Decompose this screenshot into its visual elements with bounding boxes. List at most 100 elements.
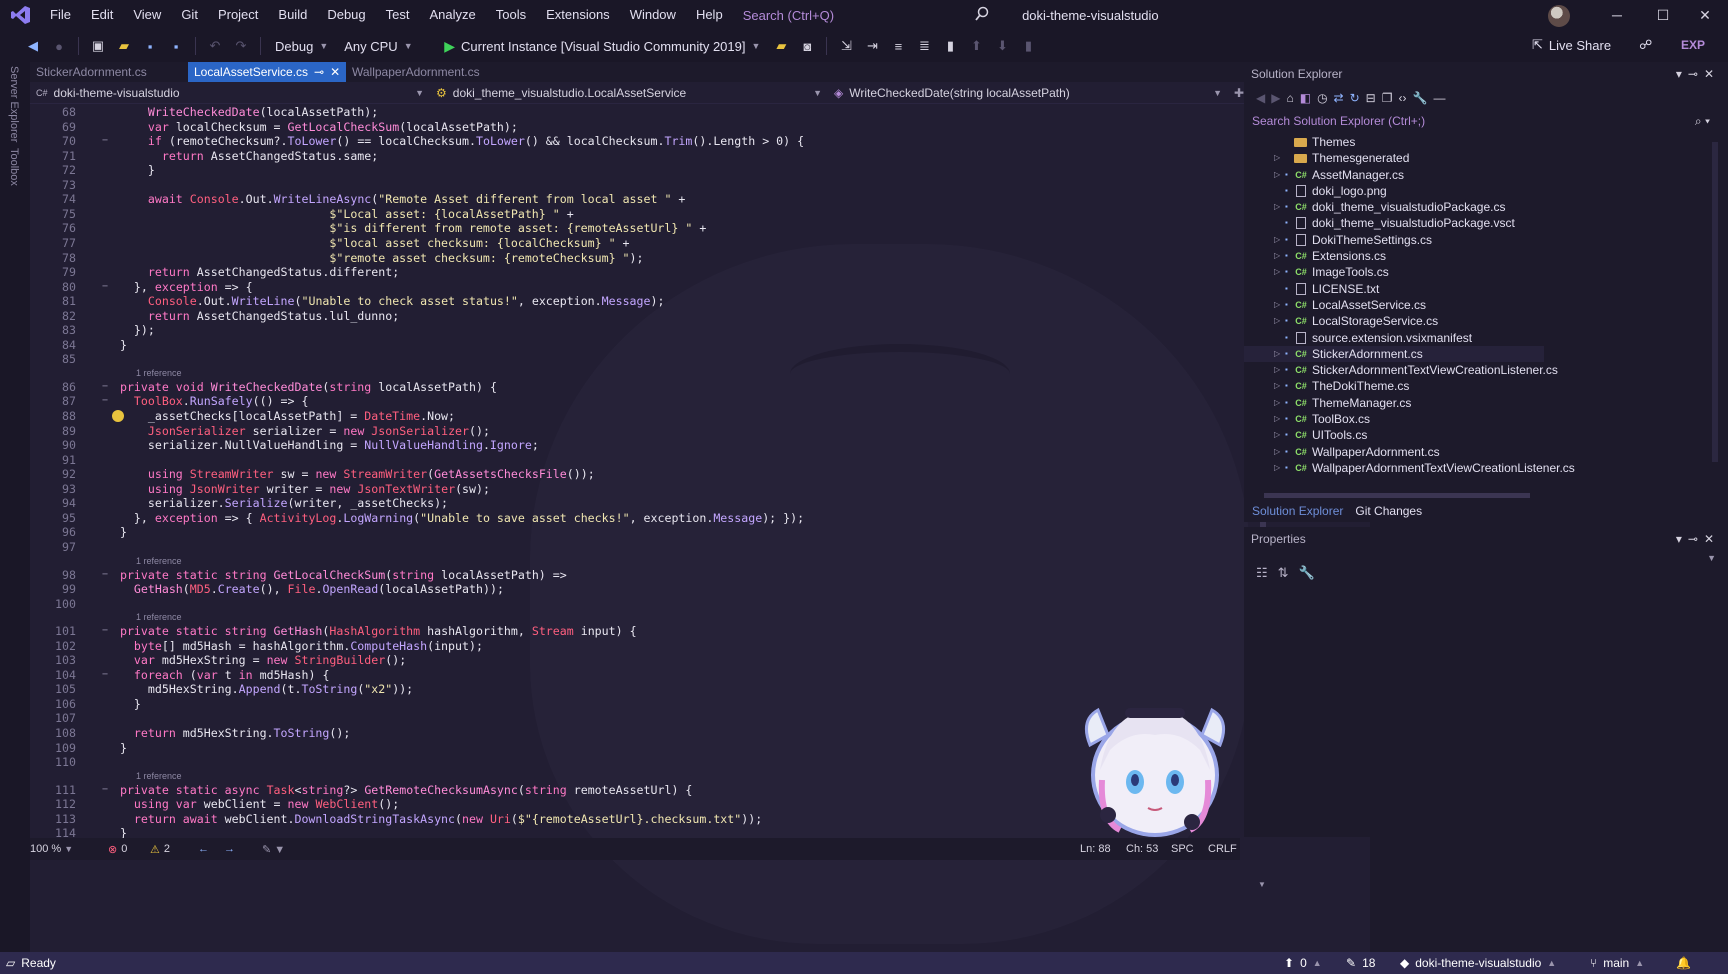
clear-bookmarks-icon[interactable]: ▮	[1019, 37, 1037, 55]
exp-badge[interactable]: EXP	[1681, 38, 1705, 52]
expand-arrow-icon[interactable]: ▷	[1274, 167, 1280, 183]
branch-select[interactable]: ⑂ main ▲	[1590, 952, 1644, 974]
sync-icon[interactable]: ⇄	[1334, 91, 1344, 105]
tree-item[interactable]: ▪ doki_theme_visualstudioPackage.vsct	[1244, 215, 1544, 231]
toolbox-tab[interactable]: Toolbox	[8, 148, 20, 186]
live-share-button[interactable]: ⇱ Live Share ☍	[1532, 37, 1652, 53]
codelens-reference[interactable]: 1 reference	[136, 368, 182, 378]
navigate-forward-icon[interactable]: →	[224, 843, 235, 855]
tree-item[interactable]: ▷ ▪ C# doki_theme_visualstudioPackage.cs	[1244, 199, 1544, 215]
server-explorer-tab[interactable]: Server Explorer	[8, 66, 20, 142]
codelens-reference[interactable]: 1 reference	[136, 771, 182, 781]
class-dropdown[interactable]: ⚙ doki_theme_visualstudio.LocalAssetServ…	[430, 82, 828, 104]
history-icon[interactable]: ◷	[1317, 91, 1327, 105]
expand-arrow-icon[interactable]: ▷	[1274, 313, 1280, 329]
tree-item[interactable]: ▷ ▪ DokiThemeSettings.cs	[1244, 232, 1544, 248]
line-number[interactable]: Ln: 88	[1080, 843, 1111, 855]
forward-icon[interactable]: ▶	[1271, 91, 1280, 105]
menu-file[interactable]: File	[40, 0, 81, 30]
zoom-select[interactable]: 100 % ▼	[30, 843, 73, 855]
codelens-reference[interactable]: 1 reference	[136, 556, 182, 566]
platform-select[interactable]: Any CPU ▼	[336, 39, 436, 54]
minus-icon[interactable]: —	[1433, 91, 1445, 105]
tab-solution-explorer[interactable]: Solution Explorer	[1252, 504, 1343, 518]
save-all-icon[interactable]: ▪	[167, 37, 185, 55]
configuration-select[interactable]: Debug ▼	[267, 39, 336, 54]
tree-item[interactable]: ▷ ▪ C# ThemeManager.cs	[1244, 395, 1544, 411]
menu-edit[interactable]: Edit	[81, 0, 123, 30]
user-avatar[interactable]	[1548, 5, 1570, 27]
feedback-icon[interactable]: ☍	[1639, 37, 1652, 53]
expand-arrow-icon[interactable]: ▷	[1274, 411, 1280, 427]
menu-git[interactable]: Git	[171, 0, 208, 30]
notification-bell-icon[interactable]: 🔔	[1676, 952, 1691, 974]
panel-controls[interactable]: ▾⊸✕	[1676, 527, 1720, 551]
line-ending[interactable]: CRLF	[1208, 843, 1237, 855]
step-over-icon[interactable]: ⇥	[863, 37, 881, 55]
expand-arrow-icon[interactable]: ▷	[1274, 362, 1280, 378]
tree-item[interactable]: ▪ LICENSE.txt	[1244, 281, 1544, 297]
new-project-icon[interactable]: ▣	[89, 37, 107, 55]
menu-extensions[interactable]: Extensions	[536, 0, 620, 30]
refresh-icon[interactable]: ↻	[1350, 91, 1360, 105]
expand-arrow-icon[interactable]: ▷	[1274, 395, 1280, 411]
menu-analyze[interactable]: Analyze	[419, 0, 485, 30]
expand-arrow-icon[interactable]: ▷	[1274, 346, 1280, 362]
navigate-back-icon[interactable]: ←	[198, 843, 209, 855]
solution-horizontal-scrollbar[interactable]	[1252, 490, 1542, 500]
save-icon[interactable]: ▪	[141, 37, 159, 55]
tree-item[interactable]: ▷ ▪ C# LocalStorageService.cs	[1244, 313, 1544, 329]
chevron-down-icon[interactable]: ▼	[1707, 553, 1716, 563]
tree-item[interactable]: ▷ ▪ C# WallpaperAdornment.cs	[1244, 444, 1544, 460]
close-tab-icon[interactable]: ✕	[330, 62, 340, 82]
tree-item[interactable]: ▷ ▪ C# LocalAssetService.cs	[1244, 297, 1544, 313]
tree-item[interactable]: ▷ ▪ C# UITools.cs	[1244, 427, 1544, 443]
tree-item[interactable]: ▷ ▪ C# StickerAdornment.cs	[1244, 345, 1544, 363]
solution-vertical-scrollbar[interactable]	[1712, 142, 1718, 462]
panel-controls[interactable]: ▾⊸✕	[1676, 62, 1720, 86]
menu-test[interactable]: Test	[376, 0, 420, 30]
tab-git-changes[interactable]: Git Changes	[1355, 504, 1422, 518]
quick-search[interactable]: Search (Ctrl+Q)	[733, 8, 844, 23]
open-folder-icon[interactable]: ▰	[115, 37, 133, 55]
tab-local-asset-service[interactable]: LocalAssetService.cs ⊸ ✕	[188, 62, 346, 82]
menu-window[interactable]: Window	[620, 0, 686, 30]
split-icon[interactable]: ✚	[1234, 86, 1244, 100]
outdent-icon[interactable]: ≣	[915, 37, 933, 55]
indent-icon[interactable]: ≡	[889, 37, 907, 55]
expand-arrow-icon[interactable]: ▷	[1274, 150, 1280, 166]
horizontal-scroll-thumb[interactable]	[1264, 493, 1530, 498]
maximize-button[interactable]: ☐	[1640, 0, 1686, 30]
tree-item[interactable]: Themes	[1244, 134, 1544, 150]
repository-select[interactable]: ◆ doki-theme-visualstudio ▲	[1400, 952, 1556, 974]
browse-folder-icon[interactable]: ▰	[772, 37, 790, 55]
menu-project[interactable]: Project	[208, 0, 268, 30]
next-bookmark-icon[interactable]: ⬇	[993, 37, 1011, 55]
menu-view[interactable]: View	[123, 0, 171, 30]
collapse-all-icon[interactable]: ⊟	[1366, 91, 1376, 105]
tree-item[interactable]: ▷ ▪ C# ToolBox.cs	[1244, 411, 1544, 427]
back-icon[interactable]: ◀	[1256, 91, 1265, 105]
code-cleanup-icon[interactable]: ✎ ▼	[262, 843, 285, 856]
expand-arrow-icon[interactable]: ▷	[1274, 248, 1280, 264]
project-dropdown[interactable]: C# doki-theme-visualstudio ▼	[30, 82, 430, 104]
alphabetical-icon[interactable]: ⇅	[1278, 565, 1289, 581]
tree-item[interactable]: ▪ doki_logo.png	[1244, 183, 1544, 199]
expand-arrow-icon[interactable]: ▷	[1274, 460, 1280, 476]
home-icon[interactable]: ⌂	[1286, 91, 1293, 105]
whitespace-mode[interactable]: SPC	[1171, 843, 1194, 855]
tree-item[interactable]: ▷ ▪ C# Extensions.cs	[1244, 248, 1544, 264]
tree-item[interactable]: ▪ source.extension.vsixmanifest	[1244, 330, 1544, 346]
show-all-files-icon[interactable]: ❐	[1382, 91, 1393, 105]
code-view-icon[interactable]: ‹›	[1399, 91, 1407, 105]
properties-icon[interactable]: 🔧	[1413, 91, 1428, 105]
tab-wallpaper-adornment[interactable]: WallpaperAdornment.cs	[346, 62, 504, 82]
solution-search-input[interactable]: Search Solution Explorer (Ctrl+;) ⌕ ▾	[1244, 110, 1728, 132]
menu-debug[interactable]: Debug	[317, 0, 375, 30]
tree-item[interactable]: ▷ ▪ C# StickerAdornmentTextViewCreationList…	[1244, 362, 1558, 378]
undo-icon[interactable]: ↶	[206, 37, 224, 55]
tab-sticker-adornment[interactable]: StickerAdornment.cs	[30, 62, 188, 82]
column-number[interactable]: Ch: 53	[1126, 843, 1158, 855]
minimize-button[interactable]: ─	[1594, 0, 1640, 30]
redo-icon[interactable]: ↷	[232, 37, 250, 55]
